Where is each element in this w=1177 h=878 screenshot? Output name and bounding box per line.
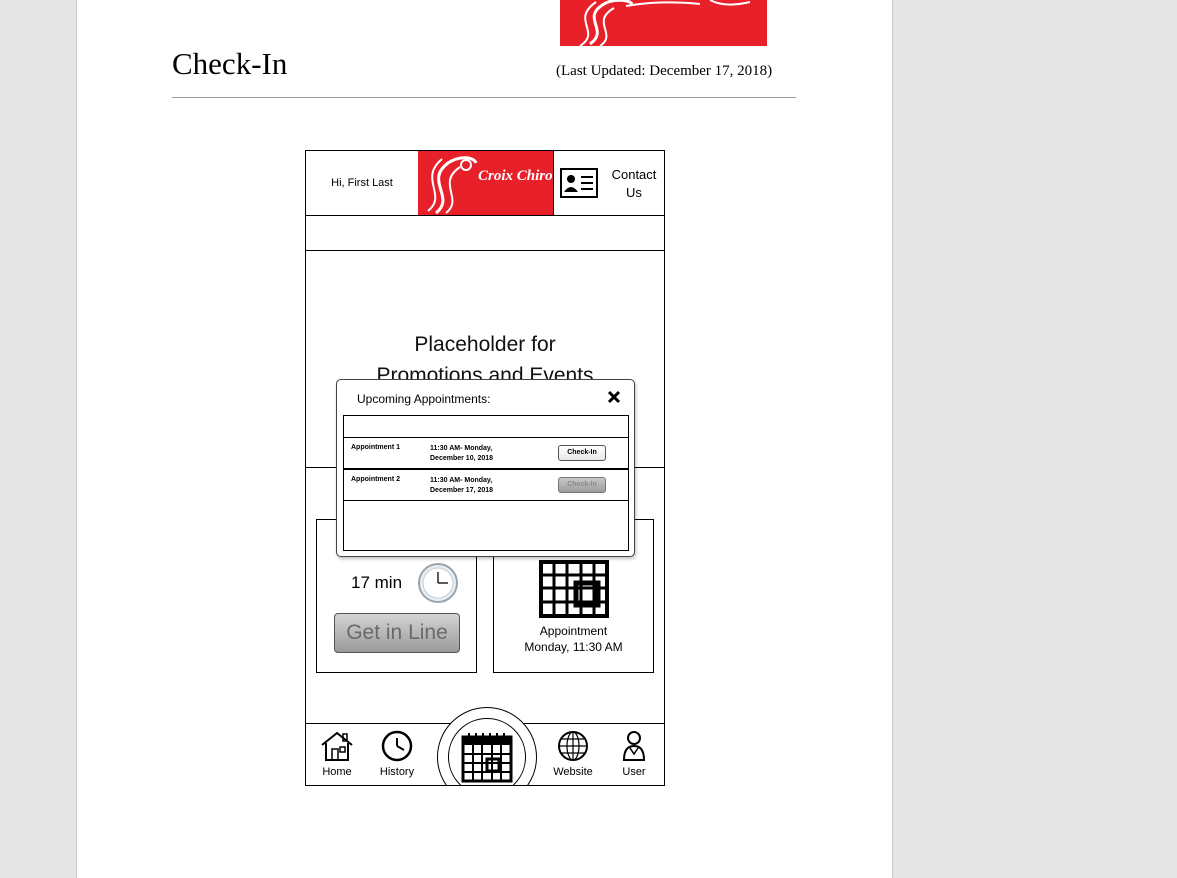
check-in-button[interactable]: Check-In [558, 445, 606, 461]
contact-us-button[interactable]: Contact Us [553, 151, 664, 215]
app-header: Hi, First Last Croix Chiro Contact Us [306, 151, 664, 216]
nav-user-label: User [622, 766, 646, 778]
appointment-row: Appointment 1 11:30 AM- Monday, December… [344, 437, 628, 469]
get-in-line-button[interactable]: Get in Line [334, 613, 460, 653]
title-divider [172, 97, 796, 98]
appointment-name: Appointment 1 [351, 444, 400, 451]
upcoming-appointments-modal: Upcoming Appointments: Appointment 1 11:… [336, 379, 635, 557]
nav-history[interactable]: History [372, 730, 422, 778]
contact-us-label: Contact Us [611, 167, 657, 200]
contact-card-icon [560, 168, 598, 203]
nav-home[interactable]: Home [312, 730, 362, 778]
nav-history-label: History [379, 766, 415, 778]
calendar-fab-button[interactable] [448, 718, 526, 785]
calendar-icon [461, 731, 513, 785]
nav-website-label: Website [553, 766, 593, 778]
history-icon [381, 730, 413, 762]
calendar-icon [539, 560, 609, 623]
modal-title: Upcoming Appointments: [357, 392, 491, 406]
home-icon [321, 731, 353, 761]
appointment-time: 11:30 AM- Monday, December 17, 2018 [430, 477, 494, 494]
appointment-time: 11:30 AM- Monday, December 10, 2018 [430, 445, 494, 462]
user-icon [622, 731, 646, 761]
check-in-button-disabled[interactable]: Check-In [558, 477, 606, 493]
nav-home-label: Home [322, 766, 352, 778]
nav-website[interactable]: Website [548, 730, 598, 778]
greeting-text: Hi, First Last [331, 177, 393, 189]
logo-wordmark: Croix Chiro [478, 168, 553, 184]
last-updated-note: (Last Updated: December 17, 2018) [556, 63, 773, 79]
sub-header-bar [306, 215, 664, 251]
page-title: Check-In [172, 46, 288, 81]
close-icon[interactable] [607, 390, 621, 404]
brand-logo [560, 0, 767, 46]
appointment-label: Appointment Monday, 11:30 AM [524, 624, 623, 654]
appointment-row: Appointment 2 11:30 AM- Monday, December… [344, 469, 628, 501]
appointments-list: Appointment 1 11:30 AM- Monday, December… [343, 415, 629, 551]
wait-time-value: 17 min [351, 573, 403, 592]
nav-user[interactable]: User [609, 730, 659, 778]
app-logo[interactable]: Croix Chiro [418, 151, 553, 215]
appointment-name: Appointment 2 [351, 476, 400, 483]
website-icon [558, 731, 588, 761]
clock-icon [417, 562, 459, 609]
